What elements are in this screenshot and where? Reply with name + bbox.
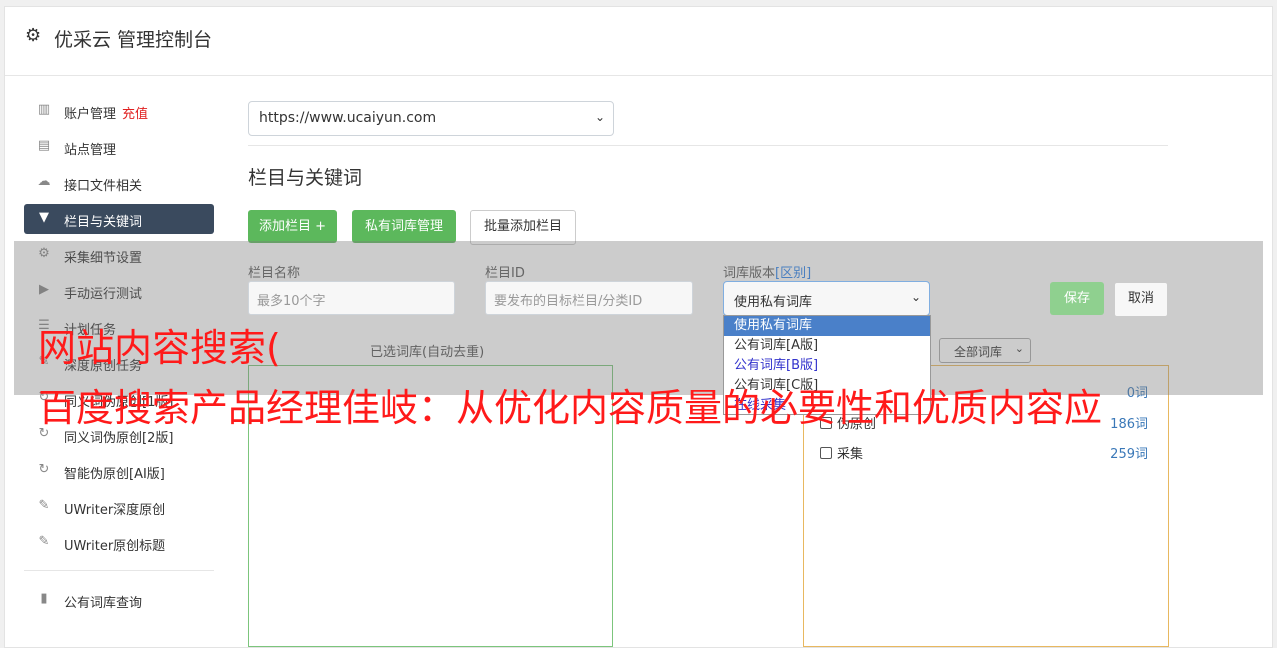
filter-icon: ▼	[39, 210, 49, 225]
lib-count: 259词	[1110, 447, 1148, 462]
cancel-button[interactable]: 取消	[1114, 282, 1168, 317]
dropdown-option[interactable]: 公有词库[A版]	[724, 336, 930, 356]
site-select-value: https://www.ucaiyun.com	[259, 110, 437, 126]
lib-version-select[interactable]: 使用私有词库 ⌄	[723, 281, 930, 316]
sidebar-item-label: 账户管理	[64, 107, 117, 122]
sidebar-item-label: UWriter原创标题	[64, 539, 166, 554]
column-name-label: 栏目名称	[248, 266, 301, 281]
dropdown-option[interactable]: 公有词库[B版]	[724, 356, 930, 376]
header: ⚙ 优采云 管理控制台	[5, 7, 1272, 76]
sidebar-item-ai-rewrite[interactable]: ↻ 智能伪原创[AI版]	[24, 456, 214, 486]
server-icon: ▤	[37, 138, 51, 153]
add-column-button[interactable]: 添加栏目 +	[248, 210, 337, 243]
column-name-placeholder: 最多10个字	[257, 294, 326, 309]
column-id-placeholder: 要发布的目标栏目/分类ID	[494, 294, 643, 309]
sidebar-divider	[24, 570, 214, 571]
sidebar-item-columns[interactable]: ▼ 栏目与关键词	[24, 204, 214, 234]
modal-overlay	[14, 241, 1263, 395]
chevron-down-icon: ⌄	[910, 290, 921, 304]
sidebar-item-account[interactable]: ▥ 账户管理 充值	[24, 96, 214, 126]
save-button[interactable]: 保存	[1050, 282, 1104, 315]
site-select[interactable]: https://www.ucaiyun.com ⌄	[248, 101, 614, 136]
chevron-down-icon: ⌄	[594, 110, 605, 124]
diff-link[interactable]: [区别]	[775, 266, 811, 281]
recharge-link[interactable]: 充值	[122, 107, 148, 122]
lib-item[interactable]: 采集	[820, 443, 863, 462]
lib-version-value: 使用私有词库	[734, 295, 813, 310]
column-id-label: 栏目ID	[485, 266, 525, 281]
sidebar-item-label: 智能伪原创[AI版]	[64, 467, 165, 482]
sidebar-item-label: UWriter深度原创	[64, 503, 166, 518]
sidebar-item-label: 站点管理	[64, 143, 117, 158]
sidebar-item-label: 公有词库查询	[64, 596, 143, 611]
column-id-input[interactable]: 要发布的目标栏目/分类ID	[485, 281, 693, 315]
book-icon: ▮	[40, 591, 48, 606]
section-title: 栏目与关键词	[248, 167, 363, 189]
column-name-input[interactable]: 最多10个字	[248, 281, 455, 315]
sidebar-item-sites[interactable]: ▤ 站点管理	[24, 132, 214, 162]
sidebar-item-interface[interactable]: ☁ 接口文件相关	[24, 168, 214, 198]
lib-version-label: 词库版本[区别]	[723, 266, 812, 281]
lib-count: 186词	[1110, 417, 1148, 432]
sidebar-item-uwriter-title[interactable]: ✎ UWriter原创标题	[24, 528, 214, 558]
divider	[248, 145, 1168, 146]
private-lib-button[interactable]: 私有词库管理	[352, 210, 456, 243]
edit-icon: ✎	[38, 534, 50, 549]
batch-add-button[interactable]: 批量添加栏目	[470, 210, 576, 245]
refresh-icon: ↻	[38, 462, 50, 477]
edit-icon: ✎	[38, 498, 50, 513]
watermark-line-1: 网站内容搜索(	[38, 326, 281, 370]
sidebar-item-public-lib[interactable]: ▮ 公有词库查询	[24, 585, 214, 615]
gear-icon: ⚙	[25, 25, 42, 46]
sidebar-item-uwriter-original[interactable]: ✎ UWriter深度原创	[24, 492, 214, 522]
dropdown-option[interactable]: 使用私有词库	[724, 316, 930, 336]
bar-chart-icon: ▥	[37, 102, 51, 117]
watermark-line-2: 百度搜索产品经理佳岐：从优化内容质量的必要性和优质内容应	[38, 386, 1103, 430]
sidebar-item-label: 栏目与关键词	[64, 215, 143, 230]
sidebar-item-label: 接口文件相关	[64, 179, 143, 194]
page-title: 优采云 管理控制台	[54, 29, 213, 51]
cloud-upload-icon: ☁	[37, 174, 51, 189]
checkbox[interactable]	[820, 447, 832, 459]
